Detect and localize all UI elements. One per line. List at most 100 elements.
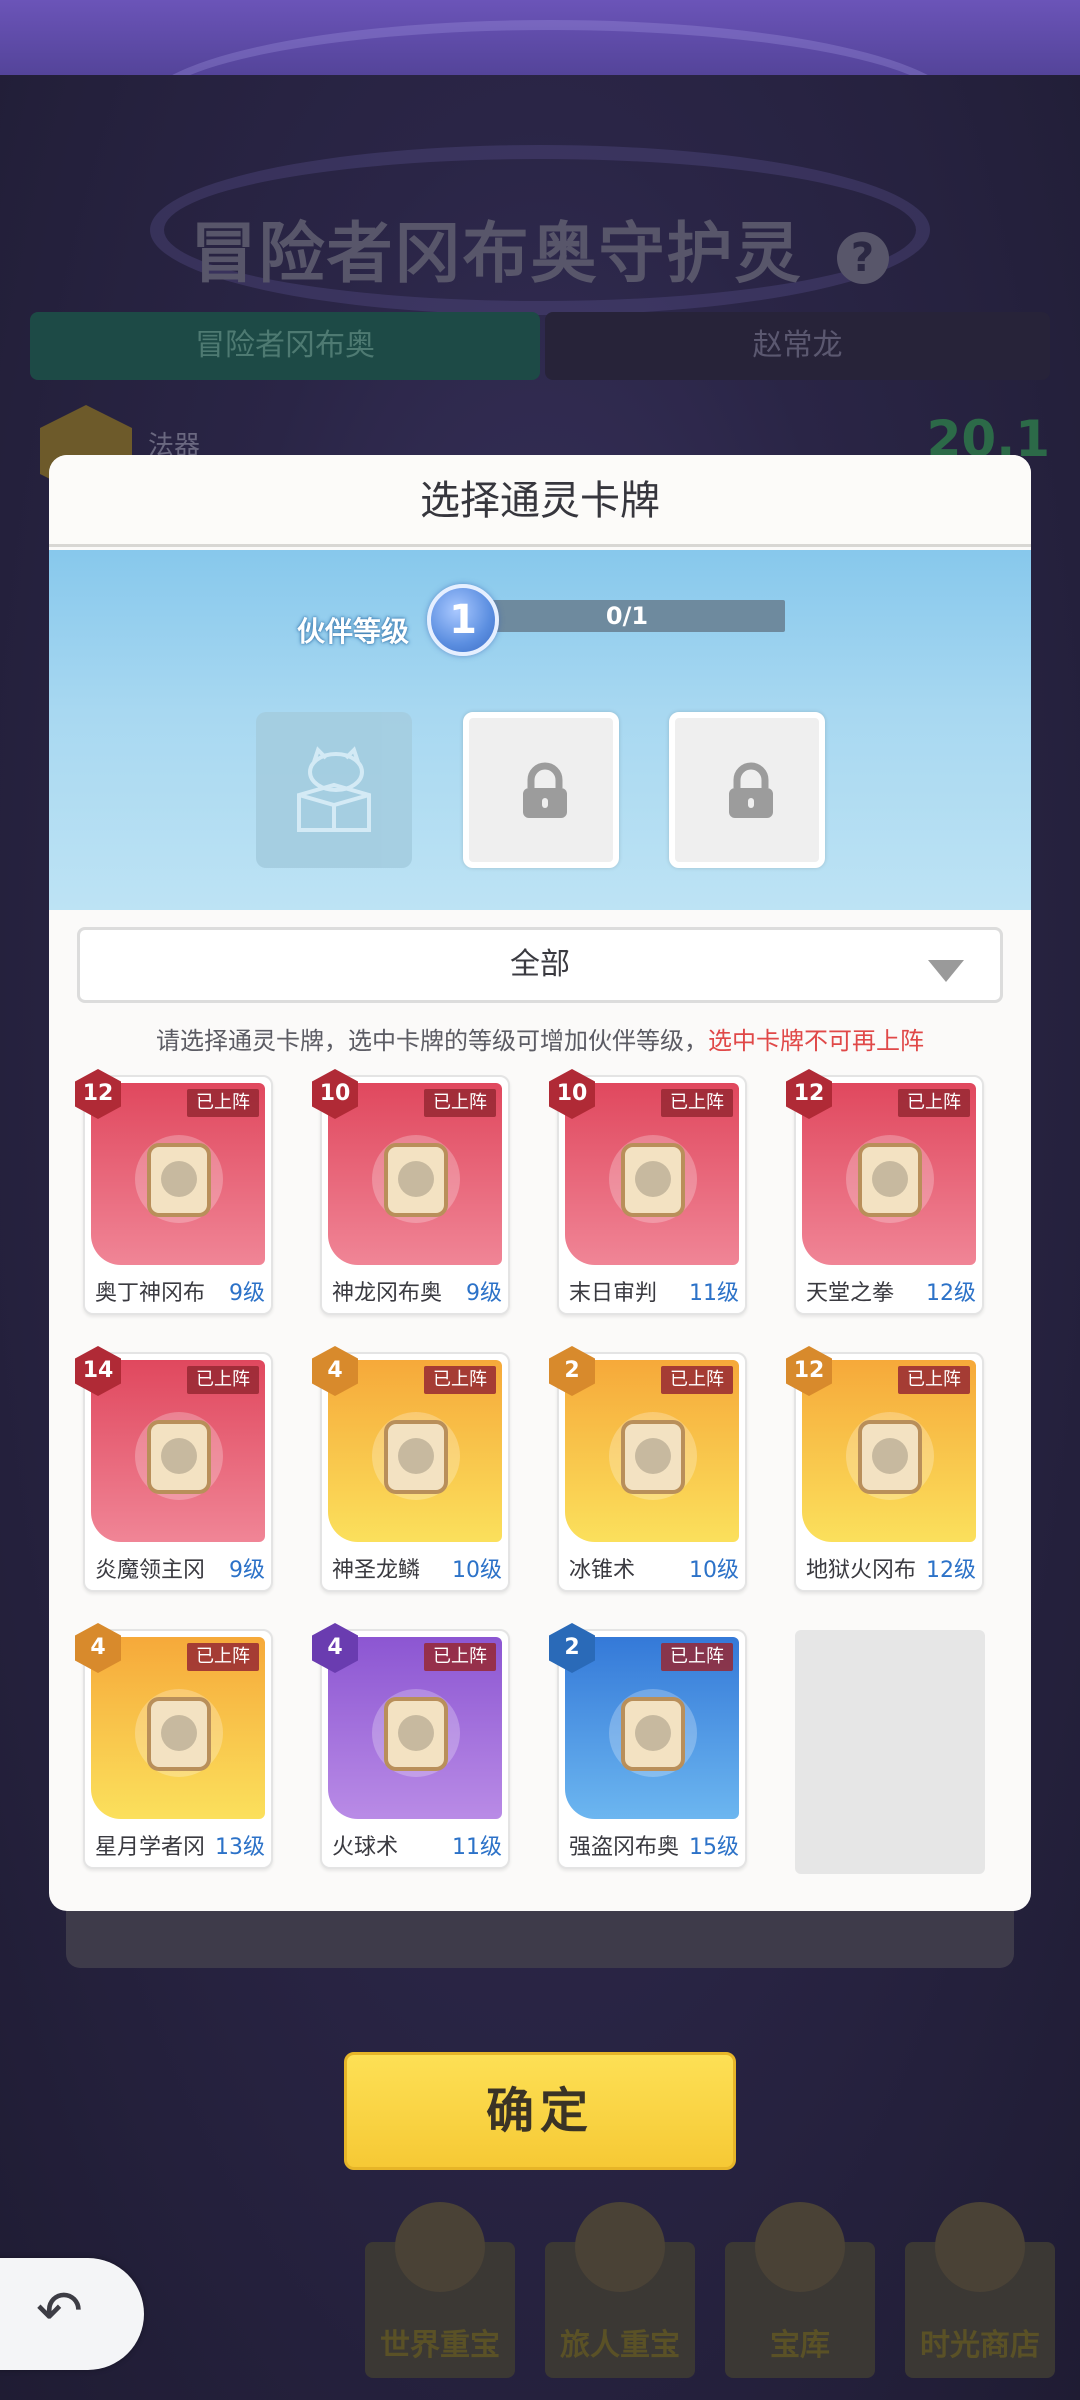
- card-image: 已上阵: [91, 1360, 265, 1542]
- partner-level-progress: 0/1: [469, 600, 785, 632]
- lock-icon: [729, 762, 773, 818]
- hint-text: 请选择通灵卡牌，选中卡牌的等级可增加伙伴等级，: [156, 1027, 708, 1055]
- partner-level-area: 伙伴等级 0/1 1: [49, 550, 1031, 910]
- card-slot-empty[interactable]: [256, 712, 412, 868]
- fist-scroll-art: [846, 1135, 934, 1223]
- tab-adventurer[interactable]: 冒险者冈布奥: [30, 312, 540, 380]
- deployed-badge: 已上阵: [187, 1366, 259, 1394]
- card-name: 天堂之拳: [806, 1281, 895, 1306]
- select-card-dialog: 选择通灵卡牌 伙伴等级 0/1 1 全部 请选择通灵卡牌，选中卡牌的等级可增加伙…: [49, 455, 1031, 1911]
- shop-label: 旅人重宝: [560, 2328, 680, 2363]
- card-level-text: 9级: [229, 1281, 265, 1306]
- deployed-badge: 已上阵: [424, 1643, 496, 1671]
- card-slot-locked-1: [463, 712, 619, 868]
- world-treasure-icon: [395, 2202, 485, 2292]
- dialog-title: 选择通灵卡牌: [49, 455, 1031, 547]
- card-level-text: 11级: [452, 1835, 502, 1860]
- shop-vault[interactable]: 宝库: [725, 2202, 875, 2378]
- shop-time-store[interactable]: 时光商店: [905, 2202, 1055, 2378]
- spirit-card[interactable]: 已上阵 12 奥丁神冈布 9级: [75, 1069, 273, 1315]
- spirit-card[interactable]: 已上阵 2 强盗冈布奥 15级: [549, 1623, 747, 1869]
- progress-text: 0/1: [605, 602, 649, 630]
- shop-label: 时光商店: [920, 2328, 1040, 2363]
- card-image: 已上阵: [565, 1360, 739, 1542]
- page-title: 冒险者冈布奥守护灵 ?: [0, 200, 1080, 296]
- deployed-badge: 已上阵: [424, 1366, 496, 1394]
- fireball-scroll-art: [372, 1689, 460, 1777]
- shop-traveler-treasure[interactable]: 旅人重宝: [545, 2202, 695, 2378]
- mushroom-scroll-art: [609, 1135, 697, 1223]
- card-name: 神龙冈布奥: [332, 1281, 443, 1306]
- card-level-text: 15级: [689, 1835, 739, 1860]
- card-image: 已上阵: [328, 1360, 502, 1542]
- confirm-button[interactable]: 确定: [344, 2052, 736, 2170]
- spirit-card[interactable]: 已上阵 12 地狱火冈布 12级: [786, 1346, 984, 1592]
- dragon-gumball-art: [372, 1135, 460, 1223]
- deployed-badge: 已上阵: [187, 1089, 259, 1117]
- spirit-card[interactable]: 已上阵 2 冰锥术 10级: [549, 1346, 747, 1592]
- card-level-text: 10级: [452, 1558, 502, 1583]
- hellfire-gumball-art: [846, 1412, 934, 1500]
- card-level-text: 11级: [689, 1281, 739, 1306]
- card-name: 冰锥术: [569, 1558, 636, 1583]
- spirit-card[interactable]: 已上阵 12 天堂之拳 12级: [786, 1069, 984, 1315]
- deployed-badge: 已上阵: [661, 1089, 733, 1117]
- shop-label: 宝库: [770, 2328, 830, 2363]
- spirit-card[interactable]: 已上阵 4 火球术 11级: [312, 1623, 510, 1869]
- tab-zhao-changlong[interactable]: 赵常龙: [545, 312, 1050, 380]
- spirit-card[interactable]: 已上阵 10 末日审判 11级: [549, 1069, 747, 1315]
- card-empty-slot: [795, 1630, 985, 1874]
- card-name: 奥丁神冈布: [95, 1281, 206, 1306]
- lock-icon: [523, 762, 567, 818]
- partner-level-badge: 1: [427, 584, 499, 656]
- back-button[interactable]: ↶: [0, 2258, 144, 2370]
- selection-hint: 请选择通灵卡牌，选中卡牌的等级可增加伙伴等级，选中卡牌不可再上阵: [49, 1021, 1031, 1056]
- hint-warning: 选中卡牌不可再上阵: [708, 1027, 924, 1055]
- card-level-text: 13级: [215, 1835, 265, 1860]
- card-name: 炎魔领主冈: [95, 1558, 206, 1583]
- card-image: 已上阵: [802, 1083, 976, 1265]
- card-name: 神圣龙鳞: [332, 1558, 421, 1583]
- box-cat-icon: [297, 746, 371, 832]
- card-name: 星月学者冈: [95, 1835, 206, 1860]
- card-image: 已上阵: [91, 1637, 265, 1819]
- back-arrow-icon: ↶: [36, 2279, 83, 2344]
- spirit-card[interactable]: 已上阵 14 炎魔领主冈 9级: [75, 1346, 273, 1592]
- help-icon[interactable]: ?: [837, 231, 890, 284]
- deployed-badge: 已上阵: [661, 1366, 733, 1394]
- card-name: 火球术: [332, 1835, 399, 1860]
- card-level-text: 10级: [689, 1558, 739, 1583]
- filter-value: 全部: [510, 947, 570, 982]
- card-image: 已上阵: [328, 1083, 502, 1265]
- vault-icon: [755, 2202, 845, 2292]
- flame-lord-art: [135, 1412, 223, 1500]
- deployed-badge: 已上阵: [661, 1643, 733, 1671]
- card-image: 已上阵: [565, 1637, 739, 1819]
- card-level-text: 9级: [466, 1281, 502, 1306]
- partner-level-label: 伙伴等级: [297, 615, 410, 648]
- card-name: 末日审判: [569, 1281, 658, 1306]
- time-store-icon: [935, 2202, 1025, 2292]
- card-filter-dropdown[interactable]: 全部: [77, 927, 1003, 1003]
- ice-scroll-art: [609, 1412, 697, 1500]
- card-level-text: 12级: [926, 1558, 976, 1583]
- top-banner: [0, 0, 1080, 200]
- page-title-text: 冒险者冈布奥守护灵: [190, 215, 803, 292]
- card-name: 强盗冈布奥: [569, 1835, 680, 1860]
- deployed-badge: 已上阵: [898, 1089, 970, 1117]
- spirit-card[interactable]: 已上阵 4 神圣龙鳞 10级: [312, 1346, 510, 1592]
- odin-gumball-art: [135, 1135, 223, 1223]
- card-image: 已上阵: [91, 1083, 265, 1265]
- traveler-treasure-icon: [575, 2202, 665, 2292]
- deployed-badge: 已上阵: [187, 1643, 259, 1671]
- card-image: 已上阵: [328, 1637, 502, 1819]
- spirit-card[interactable]: 已上阵 10 神龙冈布奥 9级: [312, 1069, 510, 1315]
- card-image: 已上阵: [565, 1083, 739, 1265]
- shop-world-treasure[interactable]: 世界重宝: [365, 2202, 515, 2378]
- spirit-card[interactable]: 已上阵 4 星月学者冈 13级: [75, 1623, 273, 1869]
- card-name: 地狱火冈布: [806, 1558, 917, 1583]
- star-scholar-art: [135, 1689, 223, 1777]
- deployed-badge: 已上阵: [898, 1366, 970, 1394]
- bandit-gumball-art: [609, 1689, 697, 1777]
- dragon-scale-art: [372, 1412, 460, 1500]
